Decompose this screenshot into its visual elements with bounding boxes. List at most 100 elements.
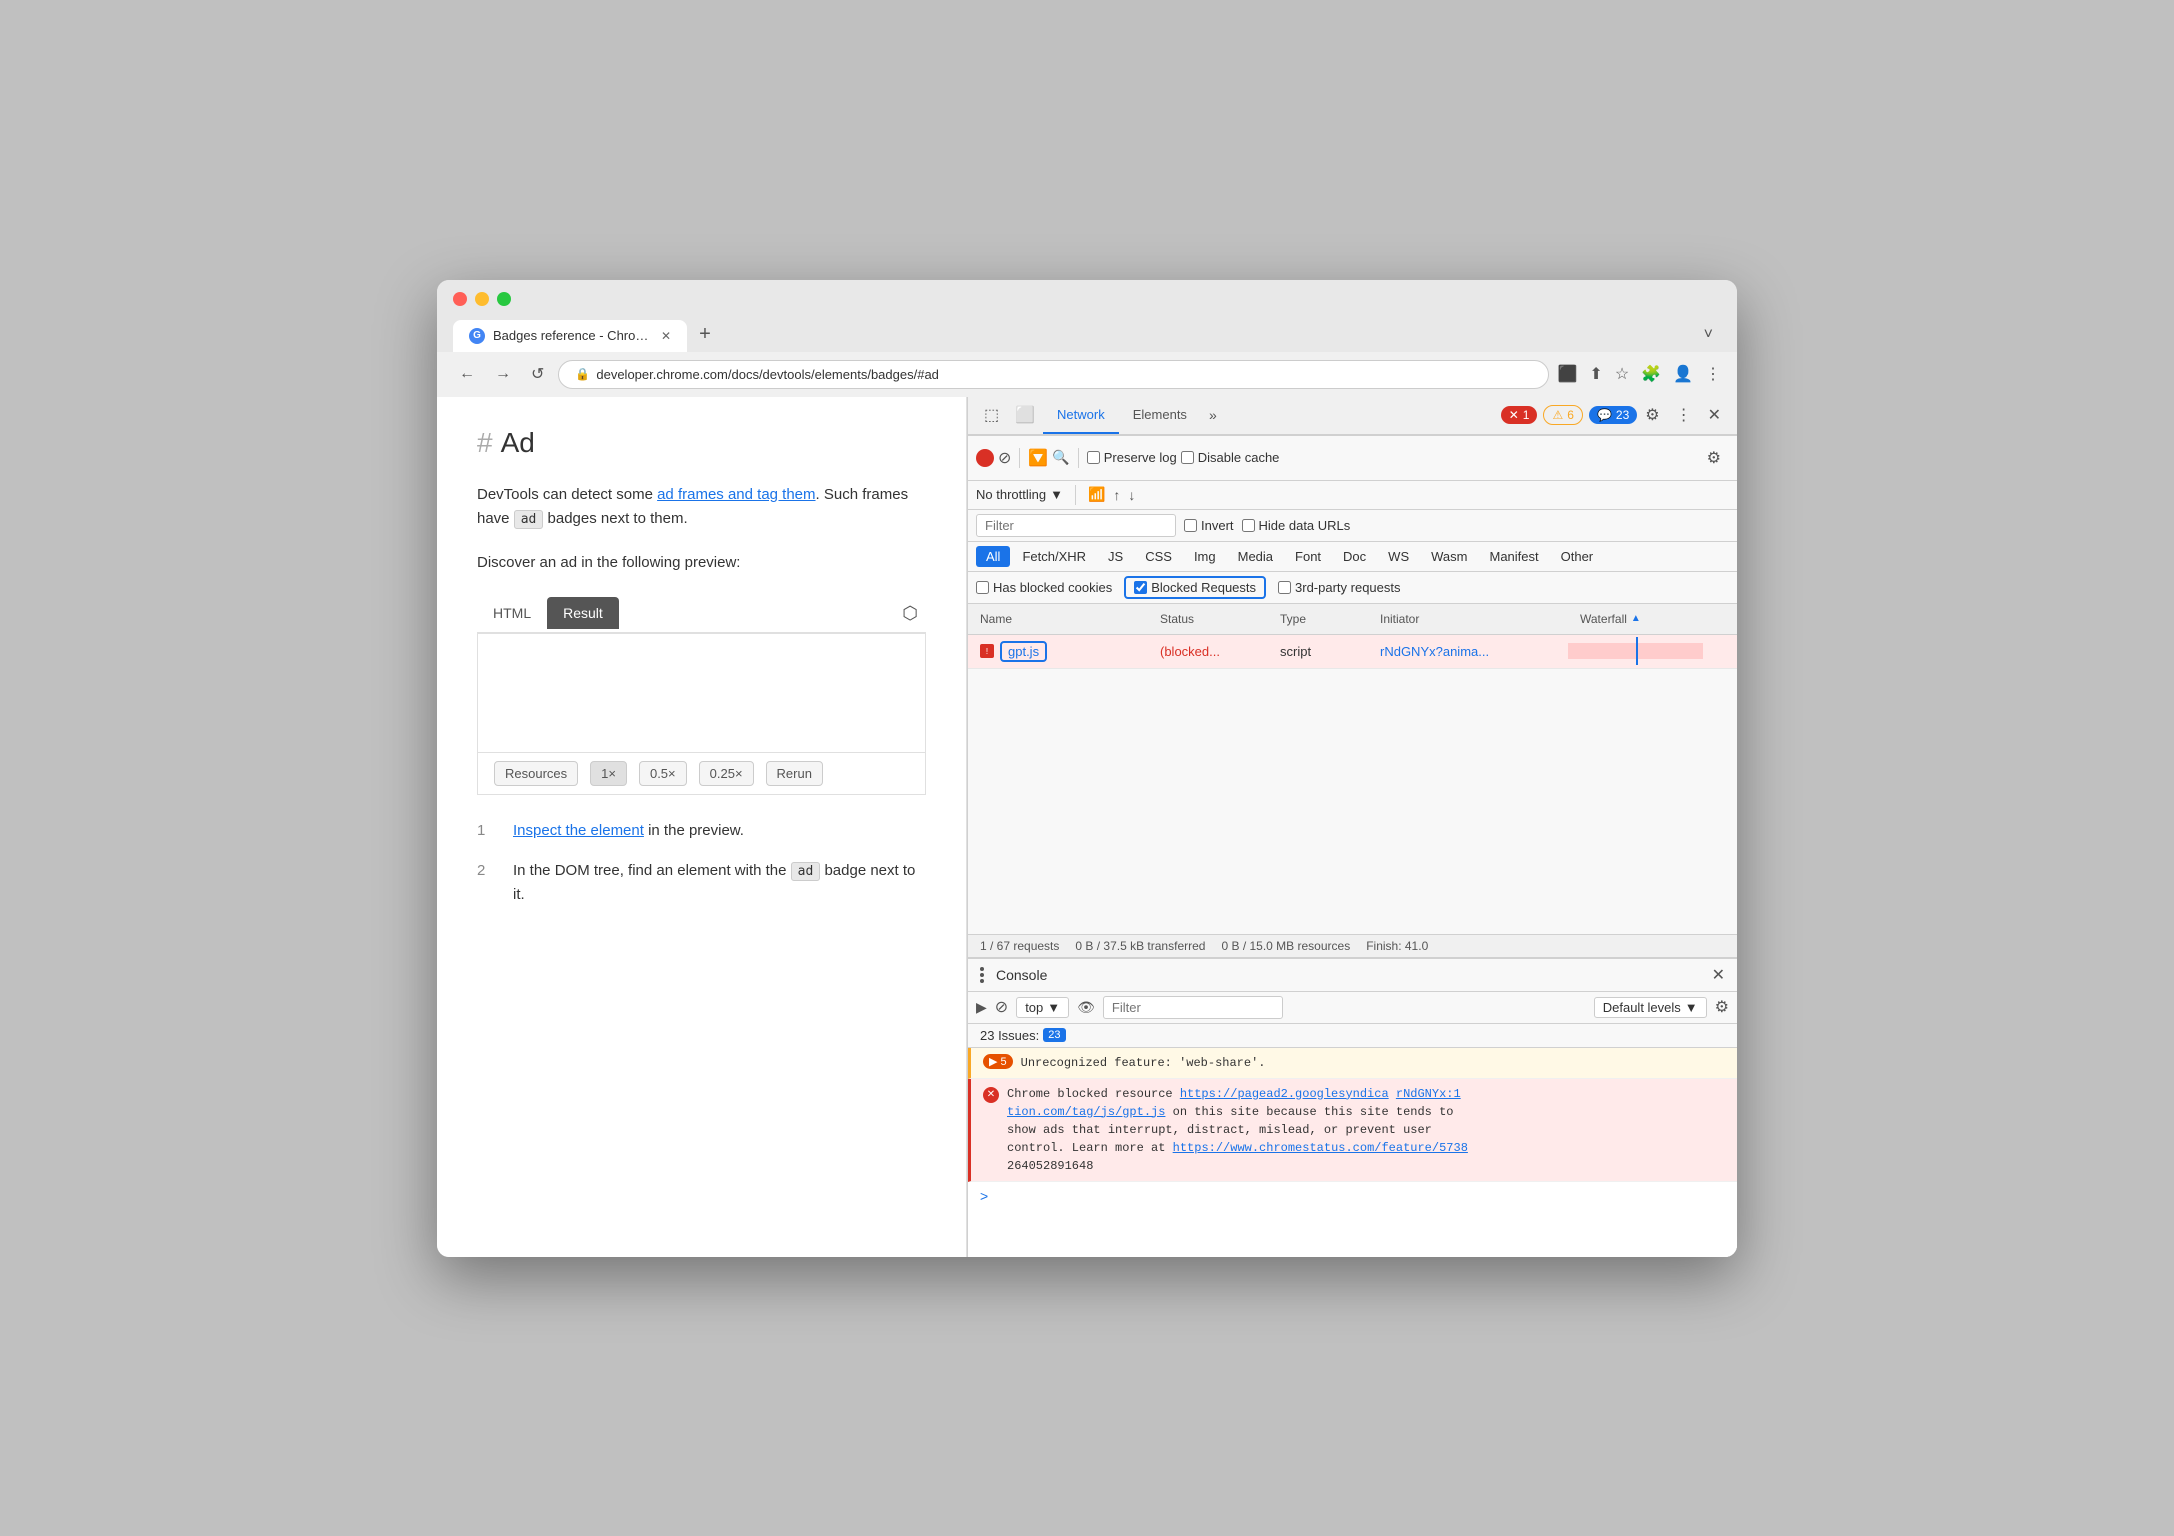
hide-data-urls-checkbox[interactable]: Hide data URLs (1242, 518, 1351, 533)
new-tab-button[interactable]: + (687, 316, 723, 352)
clear-button[interactable]: ⊘ (998, 448, 1011, 468)
console-settings-button[interactable]: ⚙ (1715, 997, 1729, 1017)
back-button[interactable]: ← (453, 361, 481, 387)
devtools-close-button[interactable]: ✕ (1700, 397, 1729, 433)
address-input[interactable]: 🔒 developer.chrome.com/docs/devtools/ele… (558, 360, 1549, 389)
row-initiator[interactable]: rNdGNYx?anima... (1368, 638, 1568, 665)
blocked-requests-checkbox[interactable]: Blocked Requests (1124, 576, 1266, 599)
upload-icon[interactable]: ↑ (1113, 487, 1120, 503)
close-button[interactable] (453, 292, 467, 306)
btn-rerun[interactable]: Rerun (766, 761, 823, 786)
ad-frames-link[interactable]: ad frames and tag them (657, 486, 815, 503)
type-doc-button[interactable]: Doc (1333, 546, 1376, 567)
type-all-button[interactable]: All (976, 546, 1010, 567)
type-js-button[interactable]: JS (1098, 546, 1133, 567)
btn-quarter[interactable]: 0.25× (699, 761, 754, 786)
console-close-button[interactable]: ✕ (1712, 965, 1725, 985)
col-initiator[interactable]: Initiator (1368, 608, 1568, 630)
table-row[interactable]: ! gpt.js (blocked... script rNdGNYx?anim… (968, 635, 1737, 669)
tab-network[interactable]: Network (1043, 397, 1119, 434)
type-css-button[interactable]: CSS (1135, 546, 1182, 567)
error-badge[interactable]: ✕ 1 (1501, 406, 1538, 424)
has-blocked-cookies-input[interactable] (976, 581, 989, 594)
wifi-icon[interactable]: 📶 (1088, 486, 1105, 503)
has-blocked-cookies-checkbox[interactable]: Has blocked cookies (976, 580, 1112, 595)
tab-elements[interactable]: Elements (1119, 397, 1201, 434)
search-button[interactable]: 🔍 (1052, 449, 1069, 466)
col-waterfall[interactable]: Waterfall ▲ (1568, 608, 1737, 630)
hide-data-urls-label: Hide data URLs (1259, 518, 1351, 533)
paragraph-1: DevTools can detect some ad frames and t… (477, 483, 926, 531)
type-manifest-button[interactable]: Manifest (1479, 546, 1548, 567)
refresh-button[interactable]: ↺ (525, 360, 550, 388)
tab-more-button[interactable]: ˅ (1696, 318, 1721, 352)
tab-close-button[interactable]: ✕ (661, 329, 671, 343)
title-bar: G Badges reference - Chrome De ✕ + ˅ (437, 280, 1737, 352)
network-settings-button[interactable]: ⚙ (1699, 440, 1729, 476)
type-ws-button[interactable]: WS (1378, 546, 1419, 567)
maximize-button[interactable] (497, 292, 511, 306)
console-prompt[interactable]: > (968, 1182, 1737, 1210)
col-status[interactable]: Status (1148, 608, 1268, 630)
browser-tab[interactable]: G Badges reference - Chrome De ✕ (453, 320, 687, 352)
tab-result[interactable]: Result (547, 597, 619, 629)
table-body: ! gpt.js (blocked... script rNdGNYx?anim… (968, 635, 1737, 934)
disable-cache-input[interactable] (1181, 451, 1194, 464)
filter-button[interactable]: 🔽 (1028, 448, 1048, 468)
blocked-url-link1[interactable]: https://pagead2.googlesyndica (1180, 1087, 1389, 1101)
blocked-requests-input[interactable] (1134, 581, 1147, 594)
execute-button[interactable]: ▶ (976, 999, 987, 1016)
issues-badge[interactable]: 23 (1043, 1028, 1065, 1042)
minimize-button[interactable] (475, 292, 489, 306)
row-name[interactable]: ! gpt.js (968, 635, 1148, 668)
tab-html[interactable]: HTML (477, 597, 547, 629)
bookmark-icon[interactable]: ☆ (1615, 364, 1629, 384)
throttle-label: No throttling (976, 487, 1046, 502)
disable-cache-checkbox[interactable]: Disable cache (1181, 450, 1280, 465)
third-party-checkbox[interactable]: 3rd-party requests (1278, 580, 1401, 595)
codepen-icon[interactable]: ⬡ (894, 595, 926, 632)
type-font-button[interactable]: Font (1285, 546, 1331, 567)
profile-icon[interactable]: 👤 (1673, 364, 1693, 384)
info-badge[interactable]: 💬 23 (1589, 406, 1637, 424)
type-wasm-button[interactable]: Wasm (1421, 546, 1477, 567)
more-options-icon[interactable]: ⋮ (1705, 364, 1721, 384)
col-type[interactable]: Type (1268, 608, 1368, 630)
download-icon[interactable]: ↓ (1128, 487, 1135, 503)
console-filter-input[interactable] (1103, 996, 1283, 1019)
eye-button[interactable]: 👁 (1077, 999, 1095, 1016)
preserve-log-input[interactable] (1087, 451, 1100, 464)
btn-1x[interactable]: 1× (590, 761, 627, 786)
devtools-settings-button[interactable]: ⚙ (1637, 397, 1667, 433)
default-levels-select[interactable]: Default levels ▼ (1594, 997, 1707, 1018)
hide-data-urls-input[interactable] (1242, 519, 1255, 532)
throttle-select[interactable]: No throttling ▼ (976, 487, 1063, 502)
device-toolbar-button[interactable]: ⬜ (1007, 397, 1043, 433)
type-other-button[interactable]: Other (1551, 546, 1604, 567)
invert-checkbox[interactable]: Invert (1184, 518, 1234, 533)
cast-icon[interactable]: ⬛ (1557, 364, 1577, 384)
type-media-button[interactable]: Media (1228, 546, 1283, 567)
context-select[interactable]: top ▼ (1016, 997, 1069, 1018)
inspect-element-link[interactable]: Inspect the element (513, 822, 644, 839)
blocked-url-link2[interactable]: tion.com/tag/js/gpt.js (1007, 1105, 1165, 1119)
invert-input[interactable] (1184, 519, 1197, 532)
third-party-input[interactable] (1278, 581, 1291, 594)
forward-button[interactable]: → (489, 361, 517, 387)
record-button[interactable] (976, 449, 994, 467)
more-tabs-button[interactable]: » (1201, 399, 1225, 431)
inspect-mode-button[interactable]: ⬚ (976, 397, 1007, 433)
btn-half[interactable]: 0.5× (639, 761, 687, 786)
extensions-icon[interactable]: 🧩 (1641, 364, 1661, 384)
devtools-more-button[interactable]: ⋮ (1668, 397, 1700, 433)
filter-input[interactable] (976, 514, 1176, 537)
type-fetch-xhr-button[interactable]: Fetch/XHR (1012, 546, 1096, 567)
share-icon[interactable]: ⬆ (1589, 364, 1602, 384)
warning-badge[interactable]: ⚠ 6 (1543, 405, 1582, 425)
type-img-button[interactable]: Img (1184, 546, 1226, 567)
console-clear-button[interactable]: ⊘ (995, 997, 1008, 1017)
col-name[interactable]: Name (968, 608, 1148, 630)
chromestatus-link[interactable]: https://www.chromestatus.com/feature/573… (1173, 1141, 1468, 1155)
preserve-log-checkbox[interactable]: Preserve log (1087, 450, 1177, 465)
file-name-link[interactable]: gpt.js (1000, 641, 1047, 662)
